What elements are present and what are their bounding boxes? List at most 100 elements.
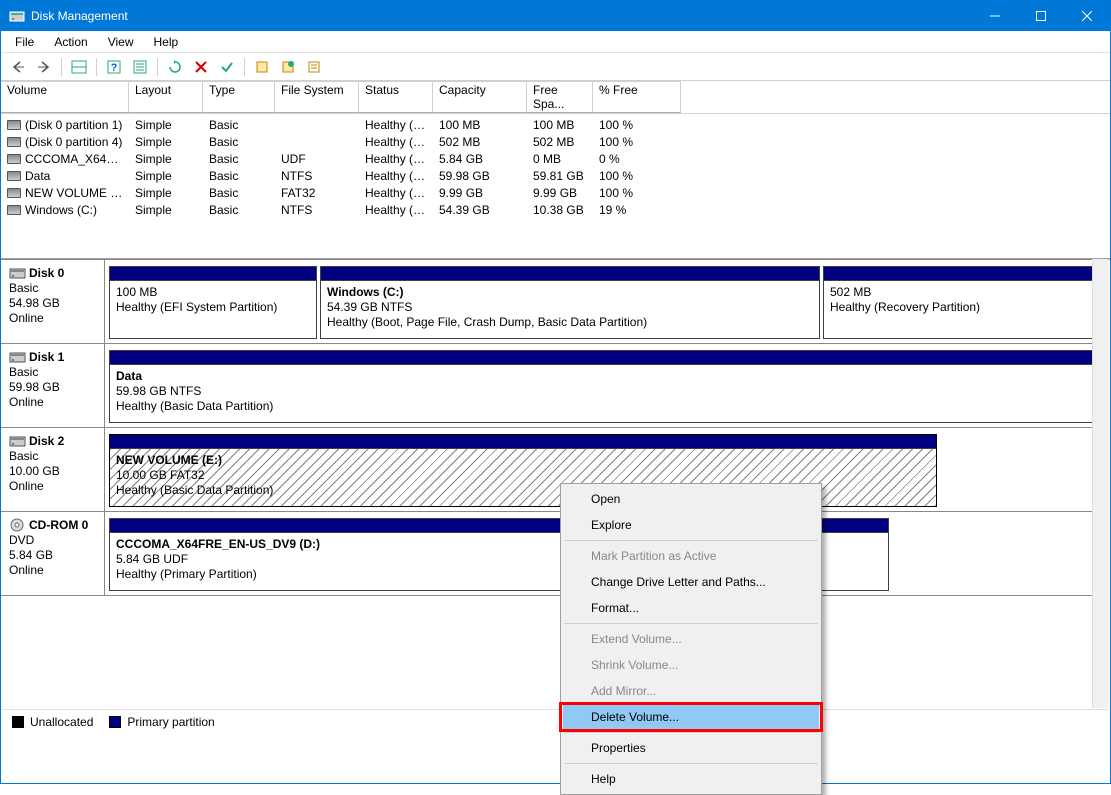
volume-status: Healthy (R... — [359, 135, 433, 149]
volume-name: Windows (C:) — [25, 203, 97, 217]
vertical-scrollbar[interactable] — [1092, 259, 1109, 708]
volume-row[interactable]: Data Simple Basic NTFS Healthy (B... 59.… — [1, 167, 1110, 184]
close-button[interactable] — [1064, 1, 1110, 31]
volume-row[interactable]: CCCOMA_X64FRE... Simple Basic UDF Health… — [1, 150, 1110, 167]
disk-size: 54.98 GB — [9, 296, 96, 311]
context-menu-item[interactable]: Properties — [563, 735, 819, 761]
context-menu-item[interactable]: Format... — [563, 595, 819, 621]
volume-free: 59.81 GB — [527, 169, 593, 183]
legend-primary-label: Primary partition — [127, 715, 214, 729]
list-button[interactable] — [129, 56, 151, 78]
disk-icon — [9, 350, 27, 364]
column-filesystem[interactable]: File System — [275, 81, 359, 113]
volume-icon — [7, 120, 21, 130]
disk-name: Disk 2 — [29, 434, 64, 448]
volume-name: (Disk 0 partition 4) — [25, 135, 122, 149]
disk-info[interactable]: Disk 2 Basic 10.00 GB Online — [1, 428, 105, 511]
column-volume[interactable]: Volume — [1, 81, 129, 113]
volume-fs: UDF — [275, 152, 359, 166]
forward-button[interactable] — [33, 56, 55, 78]
disk-status: Online — [9, 311, 96, 326]
context-menu-item[interactable]: Open — [563, 486, 819, 512]
view-split-button[interactable] — [68, 56, 90, 78]
column-free[interactable]: Free Spa... — [527, 81, 593, 113]
partition[interactable]: Data 59.98 GB NTFS Healthy (Basic Data P… — [109, 350, 1097, 423]
legend: Unallocated Primary partition — [2, 709, 1109, 734]
volume-capacity: 502 MB — [433, 135, 527, 149]
legend-primary-swatch — [109, 716, 121, 728]
context-menu-item[interactable]: Change Drive Letter and Paths... — [563, 569, 819, 595]
partition-color-bar — [321, 267, 819, 281]
disk-info[interactable]: CD-ROM 0 DVD 5.84 GB Online — [1, 512, 105, 595]
toolbar: ? — [1, 53, 1110, 81]
volume-layout: Simple — [129, 118, 203, 132]
refresh-button[interactable] — [164, 56, 186, 78]
check-icon[interactable] — [216, 56, 238, 78]
partition-body: Data 59.98 GB NTFS Healthy (Basic Data P… — [110, 365, 1096, 422]
volume-row[interactable]: NEW VOLUME (E:) Simple Basic FAT32 Healt… — [1, 184, 1110, 201]
menu-help[interactable]: Help — [144, 33, 189, 51]
maximize-button[interactable] — [1018, 1, 1064, 31]
context-menu-item: Shrink Volume... — [563, 652, 819, 678]
window-controls — [972, 1, 1110, 31]
red-highlight-box — [559, 702, 823, 732]
volume-name: CCCOMA_X64FRE... — [25, 152, 129, 166]
volume-list-header: Volume Layout Type File System Status Ca… — [1, 81, 1110, 114]
new-volume-icon[interactable] — [251, 56, 273, 78]
menu-view[interactable]: View — [98, 33, 144, 51]
menu-file[interactable]: File — [5, 33, 44, 51]
disk-icon — [9, 266, 27, 280]
disk-name: CD-ROM 0 — [29, 518, 88, 532]
properties-icon[interactable] — [303, 56, 325, 78]
context-menu-item[interactable]: Help — [563, 766, 819, 792]
volume-layout: Simple — [129, 135, 203, 149]
context-menu-item[interactable]: Explore — [563, 512, 819, 538]
delete-icon[interactable] — [190, 56, 212, 78]
column-type[interactable]: Type — [203, 81, 275, 113]
volume-status: Healthy (B... — [359, 203, 433, 217]
volume-fs: NTFS — [275, 203, 359, 217]
volume-free: 100 MB — [527, 118, 593, 132]
disk-name: Disk 0 — [29, 266, 64, 280]
partition[interactable]: 100 MB Healthy (EFI System Partition) — [109, 266, 317, 339]
menu-action[interactable]: Action — [44, 33, 97, 51]
minimize-button[interactable] — [972, 1, 1018, 31]
app-icon — [9, 8, 25, 24]
volume-free: 10.38 GB — [527, 203, 593, 217]
disk-status: Online — [9, 563, 96, 578]
disk-name: Disk 1 — [29, 350, 64, 364]
partition[interactable]: Windows (C:) 54.39 GB NTFS Healthy (Boot… — [320, 266, 820, 339]
volume-fs: NTFS — [275, 169, 359, 183]
toolbar-separator — [244, 58, 245, 76]
volume-capacity: 100 MB — [433, 118, 527, 132]
volume-pctfree: 100 % — [593, 186, 681, 200]
column-capacity[interactable]: Capacity — [433, 81, 527, 113]
context-menu-separator — [564, 540, 818, 541]
disk-info[interactable]: Disk 0 Basic 54.98 GB Online — [1, 260, 105, 343]
volume-pctfree: 0 % — [593, 152, 681, 166]
volume-rows: (Disk 0 partition 1) Simple Basic Health… — [1, 114, 1110, 258]
disk-row: CD-ROM 0 DVD 5.84 GB Online CCCOMA_X64FR… — [1, 512, 1092, 596]
disk-info[interactable]: Disk 1 Basic 59.98 GB Online — [1, 344, 105, 427]
column-status[interactable]: Status — [359, 81, 433, 113]
disk-kind: Basic — [9, 449, 96, 464]
partition-title: Data — [116, 369, 1090, 384]
volume-free: 0 MB — [527, 152, 593, 166]
back-button[interactable] — [7, 56, 29, 78]
partition-color-bar — [110, 267, 316, 281]
column-pctfree[interactable]: % Free — [593, 81, 681, 113]
disk-row: Disk 2 Basic 10.00 GB Online NEW VOLUME … — [1, 428, 1092, 512]
context-menu-item[interactable]: Delete Volume... — [563, 704, 819, 730]
partition-health: Healthy (Basic Data Partition) — [116, 399, 1090, 414]
partition-size: 59.98 GB NTFS — [116, 384, 1090, 399]
context-menu-item: Add Mirror... — [563, 678, 819, 704]
volume-row[interactable]: Windows (C:) Simple Basic NTFS Healthy (… — [1, 201, 1110, 218]
volume-row[interactable]: (Disk 0 partition 1) Simple Basic Health… — [1, 116, 1110, 133]
volume-row[interactable]: (Disk 0 partition 4) Simple Basic Health… — [1, 133, 1110, 150]
column-layout[interactable]: Layout — [129, 81, 203, 113]
partition[interactable]: 502 MB Healthy (Recovery Partition) — [823, 266, 1097, 339]
settings-icon[interactable] — [277, 56, 299, 78]
volume-layout: Simple — [129, 169, 203, 183]
partition-color-bar — [824, 267, 1096, 281]
help-button[interactable]: ? — [103, 56, 125, 78]
